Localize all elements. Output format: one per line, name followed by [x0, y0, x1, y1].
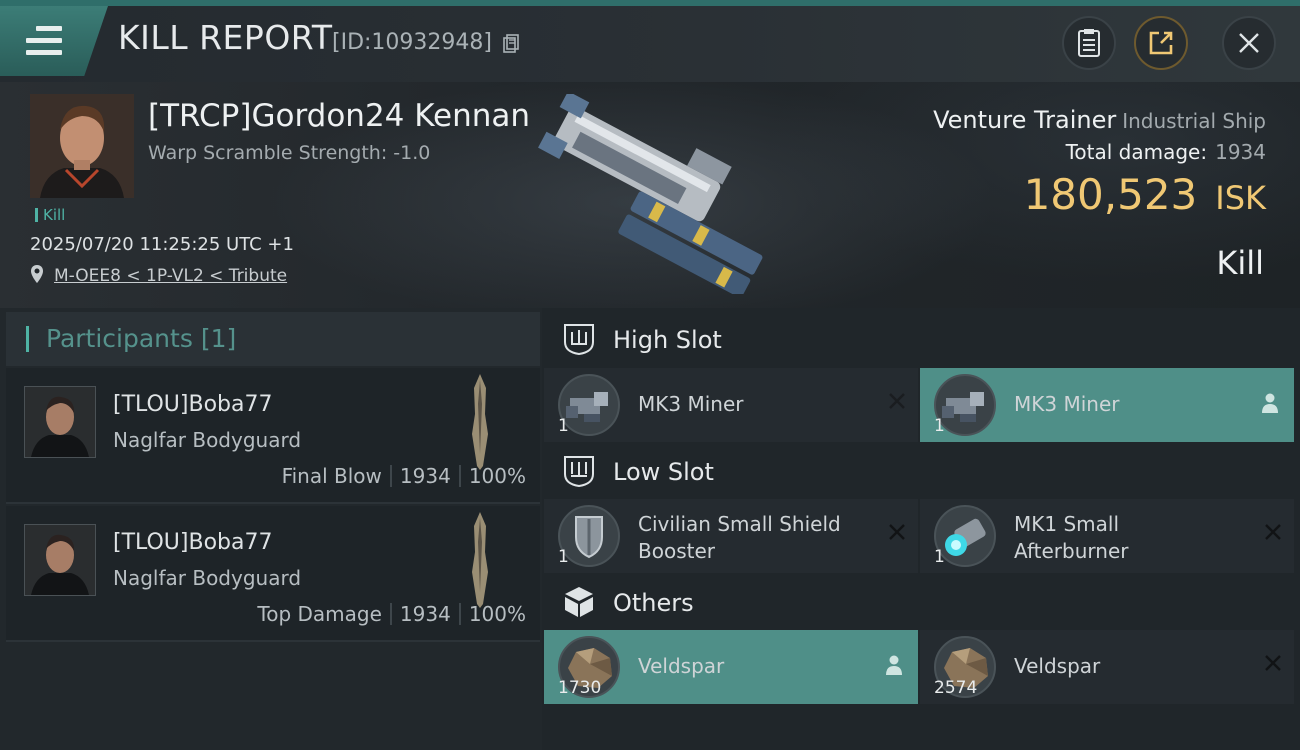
kill-tag: Kill — [35, 206, 65, 224]
kill-location-link[interactable]: M-OEE8 < 1P-VL2 < Tribute — [54, 266, 287, 286]
participant-ship-icon — [472, 512, 488, 608]
location-pin-icon — [31, 265, 43, 283]
share-button[interactable] — [1134, 16, 1188, 70]
participant-name[interactable]: [TLOU]Boba77 — [113, 392, 273, 417]
report-id: [ID:10932948] — [332, 30, 492, 55]
participant-ship: Naglfar Bodyguard — [113, 566, 302, 590]
ship-class: Industrial Ship — [1122, 109, 1266, 133]
kill-result-label: Kill — [1216, 244, 1264, 282]
item-name: Veldspar — [638, 654, 725, 678]
module-slot[interactable]: 1 MK3 Miner — [920, 368, 1294, 442]
cargo-slot[interactable]: 2574 Veldspar — [920, 630, 1294, 704]
participant-percent: 100% — [468, 464, 526, 488]
participant-stats: Top Damage 1934 100% — [257, 602, 526, 626]
ship-name-text: Venture Trainer — [933, 106, 1117, 134]
module-quantity: 1 — [934, 416, 945, 436]
participant-avatar[interactable] — [24, 386, 96, 458]
item-name: Veldspar — [1014, 654, 1101, 678]
participant-role: Final Blow — [281, 464, 382, 488]
participant-percent: 100% — [468, 602, 526, 626]
module-quantity: 1 — [934, 547, 945, 567]
total-damage-label: Total damage: — [1065, 140, 1208, 164]
warp-scramble-strength: Warp Scramble Strength: -1.0 — [148, 142, 431, 164]
victim-ship-image[interactable] — [520, 94, 790, 294]
participant-damage: 1934 — [399, 464, 451, 488]
victim-pilot-name[interactable]: [TRCP]Gordon24 Kennan — [148, 98, 530, 134]
cargo-slot[interactable]: 1730 Veldspar — [544, 630, 918, 704]
high-slot-icon — [564, 324, 594, 356]
participants-title: Participants [1] — [46, 324, 237, 353]
module-name: Civilian Small Shield Booster — [638, 512, 841, 563]
participant-ship-icon — [472, 374, 488, 470]
participant-name[interactable]: [TLOU]Boba77 — [113, 530, 273, 555]
dropped-person-icon — [886, 655, 902, 675]
cargo-box-icon — [565, 587, 593, 617]
participant-role: Top Damage — [257, 602, 382, 626]
module-quantity: 1 — [558, 547, 569, 567]
clipboard-icon — [1078, 29, 1100, 57]
isk-amount: 180,523 — [1023, 170, 1198, 219]
item-quantity: 1730 — [558, 678, 602, 698]
module-name: MK1 Small Afterburner — [1014, 512, 1129, 563]
close-button[interactable] — [1222, 16, 1276, 70]
page-title: KILL REPORT — [118, 18, 333, 57]
module-slot[interactable]: 1 MK3 Miner — [544, 368, 918, 442]
module-quantity: 1 — [558, 416, 569, 436]
close-icon — [1239, 33, 1259, 53]
destroyed-icon — [889, 524, 905, 540]
victim-portrait[interactable] — [30, 94, 134, 198]
menu-icon — [26, 26, 62, 56]
victim-ship-name[interactable]: Venture Trainer Industrial Ship — [933, 106, 1266, 134]
total-damage-value: 1934 — [1215, 140, 1266, 164]
others-section: Others — [548, 573, 1296, 633]
copy-icon[interactable] — [503, 34, 519, 54]
module-name: MK3 Miner — [1014, 392, 1120, 416]
participant-row[interactable]: [TLOU]Boba77 Naglfar Bodyguard Final Blo… — [6, 368, 540, 504]
participant-stats: Final Blow 1934 100% — [282, 464, 526, 488]
low-slot-label: Low Slot — [613, 458, 714, 486]
total-damage: Total damage: 1934 — [1066, 140, 1266, 164]
module-slot[interactable]: 1 Civilian Small Shield Booster — [544, 499, 918, 573]
clipboard-button[interactable] — [1062, 16, 1116, 70]
item-quantity: 2574 — [934, 678, 978, 698]
participant-damage: 1934 — [399, 602, 451, 626]
module-slot[interactable]: 1 MK1 Small Afterburner — [920, 499, 1294, 573]
low-slot-icon — [564, 456, 594, 488]
isk-value: 180,523 ISK — [1024, 170, 1266, 219]
participant-avatar[interactable] — [24, 524, 96, 596]
isk-unit: ISK — [1215, 179, 1266, 217]
participants-header: Participants [1] — [6, 312, 540, 366]
pilot-portrait-image — [30, 94, 134, 198]
participant-row[interactable]: [TLOU]Boba77 Naglfar Bodyguard Top Damag… — [6, 506, 540, 642]
high-slot-section: High Slot — [548, 310, 1296, 370]
participant-ship: Naglfar Bodyguard — [113, 428, 302, 452]
dropped-person-icon — [1262, 393, 1278, 413]
destroyed-icon — [889, 393, 905, 409]
share-icon — [1149, 31, 1173, 55]
low-slot-section: Low Slot — [548, 442, 1296, 502]
destroyed-icon — [1265, 655, 1281, 671]
destroyed-icon — [1265, 524, 1281, 540]
others-label: Others — [613, 589, 694, 617]
high-slot-label: High Slot — [613, 326, 722, 354]
kill-datetime: 2025/07/20 11:25:25 UTC +1 — [30, 234, 294, 255]
module-name: MK3 Miner — [638, 392, 744, 416]
